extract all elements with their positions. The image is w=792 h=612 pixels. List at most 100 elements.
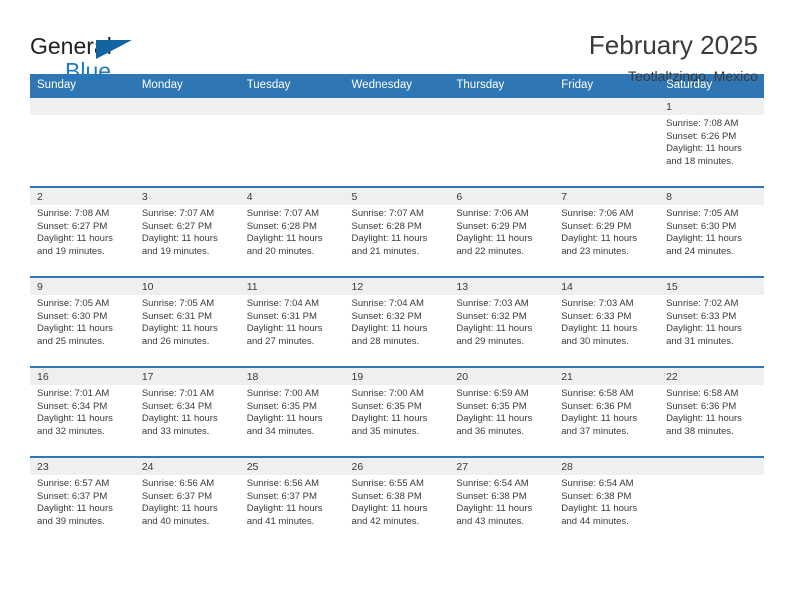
calendar-day-cell[interactable]: 13 Sunrise: 7:03 AM Sunset: 6:32 PM Dayligh… (449, 276, 555, 367)
calendar-body: 1 Sunrise: 7:08 AM Sunset: 6:26 PM Daylight… (30, 96, 764, 547)
page-title: February 2025 (588, 30, 758, 60)
sunrise-text: Sunrise: 6:57 AM (37, 478, 110, 489)
day-details: Sunrise: 7:01 AM Sunset: 6:34 PM Daylight:… (135, 385, 240, 438)
sunrise-text: Sunrise: 7:00 AM (351, 388, 424, 399)
calendar-day-cell[interactable]: 25 Sunrise: 6:56 AM Sunset: 6:37 PM Dayligh… (239, 456, 345, 547)
day-number: 19 (344, 368, 450, 385)
sunset-text: Sunset: 6:33 PM (666, 310, 737, 322)
sunset-text: Sunset: 6:34 PM (141, 400, 213, 412)
day-number: 11 (239, 278, 345, 295)
calendar-day-cell[interactable]: 11 Sunrise: 7:04 AM Sunset: 6:31 PM Dayligh… (239, 276, 345, 367)
calendar-day-cell[interactable]: 8 Sunrise: 7:05 AM Sunset: 6:30 PM Daylight… (659, 186, 764, 277)
calendar-day-cell[interactable]: 20 Sunrise: 6:59 AM Sunset: 6:35 PM Dayligh… (449, 366, 555, 457)
day-details: Sunrise: 7:01 AM Sunset: 6:34 PM Daylight:… (30, 385, 135, 438)
calendar-day-cell[interactable]: 2 Sunrise: 7:08 AM Sunset: 6:27 PM Daylight… (30, 186, 135, 277)
sunset-text: Sunset: 6:36 PM (666, 400, 737, 412)
day-details: Sunrise: 7:03 AM Sunset: 6:33 PM Daylight:… (554, 295, 659, 348)
weekday-header-tuesday: Tuesday (239, 74, 345, 97)
day-details: Sunrise: 7:02 AM Sunset: 6:33 PM Daylight:… (659, 295, 764, 348)
day-number: 26 (344, 458, 450, 475)
sunset-text: Sunset: 6:35 PM (351, 400, 422, 412)
day-number: 1 (659, 98, 764, 115)
sunrise-text: Sunrise: 7:08 AM (37, 208, 110, 219)
day-details: Sunrise: 7:03 AM Sunset: 6:32 PM Daylight:… (449, 295, 554, 348)
sunset-text: Sunset: 6:37 PM (246, 490, 317, 502)
calendar-day-cell[interactable]: 26 Sunrise: 6:55 AM Sunset: 6:38 PM Dayligh… (344, 456, 450, 547)
sunset-text: Sunset: 6:37 PM (37, 490, 108, 502)
day-number (134, 98, 240, 115)
sunrise-text: Sunrise: 6:58 AM (666, 388, 739, 399)
daylight-text: Daylight: 11 hours and 27 minutes. (246, 323, 323, 347)
weekday-header-wednesday: Wednesday (344, 74, 450, 97)
calendar-day-cell[interactable]: 7 Sunrise: 7:06 AM Sunset: 6:29 PM Daylight… (554, 186, 660, 277)
sunrise-text: Sunrise: 6:59 AM (456, 388, 529, 399)
day-number (239, 98, 345, 115)
calendar-day-cell[interactable]: 22 Sunrise: 6:58 AM Sunset: 6:36 PM Dayligh… (659, 366, 764, 457)
calendar-day-cell[interactable]: 24 Sunrise: 6:56 AM Sunset: 6:37 PM Dayligh… (134, 456, 240, 547)
day-details: Sunrise: 6:58 AM Sunset: 6:36 PM Daylight:… (659, 385, 764, 438)
calendar-week-row: 1 Sunrise: 7:08 AM Sunset: 6:26 PM Daylight… (30, 96, 764, 187)
calendar-cell-empty (554, 96, 660, 187)
calendar-cell-empty (134, 96, 240, 187)
day-number: 4 (239, 188, 345, 205)
day-number: 24 (134, 458, 240, 475)
daylight-text: Daylight: 11 hours and 23 minutes. (561, 233, 638, 257)
day-details: Sunrise: 7:04 AM Sunset: 6:32 PM Daylight:… (345, 295, 450, 348)
sunset-text: Sunset: 6:38 PM (351, 490, 422, 502)
daylight-text: Daylight: 11 hours and 24 minutes. (666, 233, 742, 257)
calendar-day-cell[interactable]: 21 Sunrise: 6:58 AM Sunset: 6:36 PM Dayligh… (554, 366, 660, 457)
sunrise-text: Sunrise: 6:58 AM (561, 388, 634, 399)
day-number: 6 (449, 188, 555, 205)
sunset-text: Sunset: 6:38 PM (561, 490, 632, 502)
calendar-day-cell[interactable]: 27 Sunrise: 6:54 AM Sunset: 6:38 PM Dayligh… (449, 456, 555, 547)
day-number: 10 (134, 278, 240, 295)
calendar-day-cell[interactable]: 15 Sunrise: 7:02 AM Sunset: 6:33 PM Dayligh… (659, 276, 764, 367)
calendar-day-cell[interactable]: 9 Sunrise: 7:05 AM Sunset: 6:30 PM Daylight… (30, 276, 135, 367)
calendar-day-cell[interactable]: 18 Sunrise: 7:00 AM Sunset: 6:35 PM Dayligh… (239, 366, 345, 457)
sunset-text: Sunset: 6:33 PM (561, 310, 632, 322)
sunset-text: Sunset: 6:31 PM (141, 310, 213, 322)
day-details: Sunrise: 7:06 AM Sunset: 6:29 PM Daylight:… (449, 205, 554, 258)
daylight-text: Daylight: 11 hours and 35 minutes. (351, 413, 428, 437)
sunrise-text: Sunrise: 7:01 AM (141, 388, 215, 399)
day-details: Sunrise: 6:54 AM Sunset: 6:38 PM Daylight:… (554, 475, 659, 528)
sunset-text: Sunset: 6:32 PM (456, 310, 527, 322)
daylight-text: Daylight: 11 hours and 25 minutes. (37, 323, 113, 347)
calendar-day-cell[interactable]: 10 Sunrise: 7:05 AM Sunset: 6:31 PM Dayligh… (134, 276, 240, 367)
calendar-day-cell[interactable]: 6 Sunrise: 7:06 AM Sunset: 6:29 PM Daylight… (449, 186, 555, 277)
calendar-cell-empty (659, 456, 764, 547)
calendar-day-cell[interactable]: 19 Sunrise: 7:00 AM Sunset: 6:35 PM Dayligh… (344, 366, 450, 457)
calendar-day-cell[interactable]: 4 Sunrise: 7:07 AM Sunset: 6:28 PM Daylight… (239, 186, 345, 277)
day-number: 23 (30, 458, 135, 475)
day-details: Sunrise: 6:56 AM Sunset: 6:37 PM Daylight:… (135, 475, 240, 528)
day-details: Sunrise: 7:00 AM Sunset: 6:35 PM Daylight:… (345, 385, 450, 438)
day-details: Sunrise: 6:58 AM Sunset: 6:36 PM Daylight:… (554, 385, 659, 438)
calendar-day-cell[interactable]: 16 Sunrise: 7:01 AM Sunset: 6:34 PM Dayligh… (30, 366, 135, 457)
calendar-day-cell[interactable]: 5 Sunrise: 7:07 AM Sunset: 6:28 PM Daylight… (344, 186, 450, 277)
day-details: Sunrise: 6:59 AM Sunset: 6:35 PM Daylight:… (449, 385, 554, 438)
calendar-day-cell[interactable]: 17 Sunrise: 7:01 AM Sunset: 6:34 PM Dayligh… (134, 366, 240, 457)
calendar-day-cell[interactable]: 14 Sunrise: 7:03 AM Sunset: 6:33 PM Dayligh… (554, 276, 660, 367)
day-number: 2 (30, 188, 135, 205)
title-block: February 2025 Teotlaltzingo, Mexico (589, 30, 758, 86)
sunrise-text: Sunrise: 7:04 AM (246, 298, 320, 309)
sunset-text: Sunset: 6:27 PM (37, 220, 108, 232)
sunrise-text: Sunrise: 7:01 AM (37, 388, 110, 399)
day-number: 7 (554, 188, 660, 205)
sunset-text: Sunset: 6:32 PM (351, 310, 422, 322)
calendar-day-cell[interactable]: 1 Sunrise: 7:08 AM Sunset: 6:26 PM Daylight… (659, 96, 764, 187)
daylight-text: Daylight: 11 hours and 40 minutes. (141, 503, 218, 527)
daylight-text: Daylight: 11 hours and 19 minutes. (37, 233, 113, 257)
day-number: 5 (344, 188, 450, 205)
day-details: Sunrise: 7:06 AM Sunset: 6:29 PM Daylight:… (554, 205, 659, 258)
daylight-text: Daylight: 11 hours and 21 minutes. (351, 233, 428, 257)
calendar-day-cell[interactable]: 23 Sunrise: 6:57 AM Sunset: 6:37 PM Dayligh… (30, 456, 135, 547)
sunset-text: Sunset: 6:35 PM (246, 400, 317, 412)
page-header: General Blue February 2025 Teotlaltzingo… (0, 0, 792, 84)
calendar-day-cell[interactable]: 28 Sunrise: 6:54 AM Sunset: 6:38 PM Dayligh… (554, 456, 660, 547)
calendar-day-cell[interactable]: 12 Sunrise: 7:04 AM Sunset: 6:32 PM Dayligh… (344, 276, 450, 367)
day-number: 27 (449, 458, 555, 475)
brand-logo[interactable]: General Blue (30, 30, 200, 84)
calendar-day-cell[interactable]: 3 Sunrise: 7:07 AM Sunset: 6:27 PM Daylight… (134, 186, 240, 277)
sunrise-text: Sunrise: 6:56 AM (141, 478, 215, 489)
